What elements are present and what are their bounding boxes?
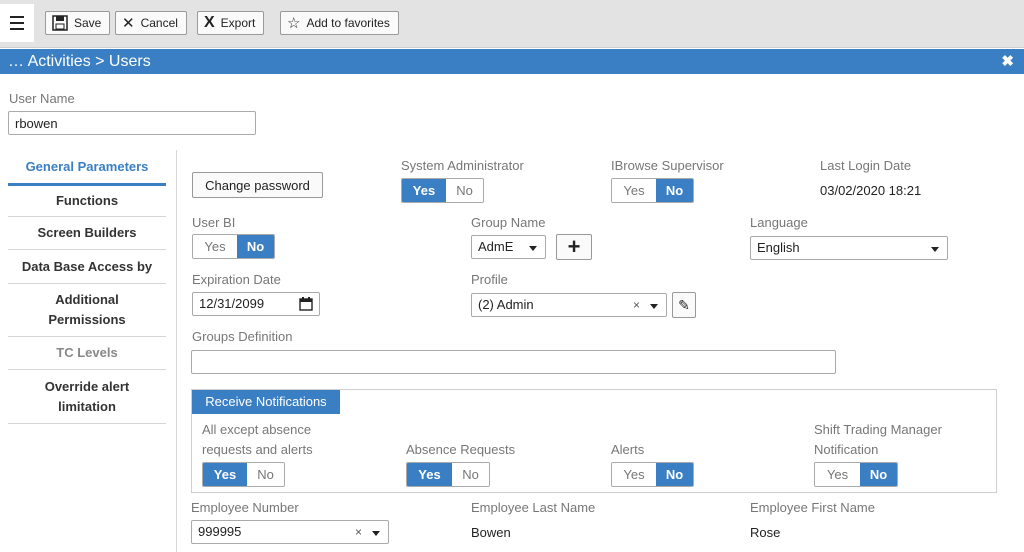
all-except-toggle[interactable]: Yes No bbox=[202, 462, 285, 487]
profile-label: Profile bbox=[471, 272, 508, 287]
system-administrator-yes[interactable]: Yes bbox=[402, 179, 446, 202]
change-password-button[interactable]: Change password bbox=[192, 172, 323, 198]
ibrowse-supervisor-toggle[interactable]: Yes No bbox=[611, 178, 694, 203]
employee-last-name-value: Bowen bbox=[471, 525, 511, 540]
cancel-button[interactable]: ✕ Cancel bbox=[115, 11, 187, 35]
group-name-select[interactable]: AdmE bbox=[471, 235, 546, 259]
employee-number-label: Employee Number bbox=[191, 500, 299, 515]
user-bi-label: User BI bbox=[192, 215, 236, 230]
shift-trading-toggle[interactable]: Yes No bbox=[814, 462, 898, 487]
hamburger-icon bbox=[10, 16, 24, 18]
sidebar-item-override-alert-limitation[interactable]: Override alert limitation bbox=[8, 370, 166, 424]
sidebar-divider bbox=[176, 150, 177, 552]
groups-definition-input[interactable] bbox=[191, 350, 836, 374]
alerts-no[interactable]: No bbox=[656, 463, 693, 486]
groups-definition-label: Groups Definition bbox=[192, 329, 293, 344]
system-administrator-label: System Administrator bbox=[401, 158, 524, 173]
system-administrator-toggle[interactable]: Yes No bbox=[401, 178, 484, 203]
ibrowse-supervisor-label: IBrowse Supervisor bbox=[611, 158, 724, 173]
sidebar-item-general-parameters[interactable]: General Parameters bbox=[8, 150, 166, 186]
add-group-button[interactable]: + bbox=[556, 234, 592, 260]
edit-profile-button[interactable]: ✎ bbox=[672, 292, 696, 318]
clear-icon[interactable]: × bbox=[355, 521, 362, 543]
profile-select[interactable]: (2) Admin × bbox=[471, 293, 667, 317]
absence-requests-no[interactable]: No bbox=[452, 463, 489, 486]
shift-trading-label-2: Notification bbox=[814, 442, 879, 457]
breadcrumb: … Activities > Users ✖ bbox=[0, 49, 1024, 74]
shift-trading-yes[interactable]: Yes bbox=[815, 463, 860, 486]
close-icon[interactable]: ✖ bbox=[1001, 49, 1014, 74]
save-button[interactable]: Save bbox=[45, 11, 111, 35]
sidebar-item-tc-levels[interactable]: TC Levels bbox=[8, 337, 166, 370]
group-name-label: Group Name bbox=[471, 215, 546, 230]
chevron-down-icon bbox=[372, 531, 380, 536]
expiration-date-label: Expiration Date bbox=[192, 272, 281, 287]
expiration-date-input[interactable]: 12/31/2099 bbox=[192, 292, 320, 316]
absence-requests-yes[interactable]: Yes bbox=[407, 463, 452, 486]
clear-icon[interactable]: × bbox=[633, 294, 640, 316]
absence-requests-toggle[interactable]: Yes No bbox=[406, 462, 490, 487]
ibrowse-supervisor-no[interactable]: No bbox=[656, 179, 693, 202]
pencil-icon: ✎ bbox=[678, 296, 690, 313]
alerts-yes[interactable]: Yes bbox=[612, 463, 656, 486]
toolbar: Save ✕ Cancel X Export ☆ Add to favorite… bbox=[0, 0, 1024, 48]
employee-last-name-label: Employee Last Name bbox=[471, 500, 596, 515]
chevron-down-icon bbox=[529, 246, 537, 251]
user-bi-yes[interactable]: Yes bbox=[193, 235, 237, 258]
last-login-value: 03/02/2020 18:21 bbox=[820, 183, 922, 198]
star-icon: ☆ bbox=[287, 15, 301, 32]
user-bi-toggle[interactable]: Yes No bbox=[192, 234, 275, 259]
employee-first-name-value: Rose bbox=[750, 525, 781, 540]
sidebar-item-database-access[interactable]: Data Base Access by bbox=[8, 250, 166, 284]
ibrowse-supervisor-yes[interactable]: Yes bbox=[612, 179, 656, 202]
close-icon: ✕ bbox=[122, 15, 135, 32]
menu-button[interactable] bbox=[0, 4, 34, 42]
floppy-disk-icon bbox=[52, 15, 68, 31]
receive-notifications-header: Receive Notifications bbox=[192, 390, 340, 414]
shift-trading-no[interactable]: No bbox=[860, 463, 897, 486]
user-name-input[interactable] bbox=[8, 111, 256, 135]
user-name-label: User Name bbox=[9, 91, 75, 106]
alerts-label: Alerts bbox=[611, 442, 645, 457]
sidebar-item-screen-builders[interactable]: Screen Builders bbox=[8, 217, 166, 250]
language-label: Language bbox=[750, 215, 808, 230]
absence-requests-label: Absence Requests bbox=[406, 442, 516, 457]
system-administrator-no[interactable]: No bbox=[446, 179, 483, 202]
sidebar-item-functions[interactable]: Functions bbox=[8, 186, 166, 217]
all-except-label-1: All except absence bbox=[202, 422, 312, 437]
alerts-toggle[interactable]: Yes No bbox=[611, 462, 694, 487]
all-except-yes[interactable]: Yes bbox=[203, 463, 247, 486]
employee-first-name-label: Employee First Name bbox=[750, 500, 875, 515]
chevron-down-icon bbox=[650, 304, 658, 309]
chevron-down-icon bbox=[931, 247, 939, 252]
user-bi-no[interactable]: No bbox=[237, 235, 274, 258]
employee-number-select[interactable]: 999995 × bbox=[191, 520, 389, 544]
all-except-no[interactable]: No bbox=[247, 463, 284, 486]
export-button[interactable]: X Export bbox=[197, 11, 265, 35]
excel-icon: X bbox=[204, 14, 215, 31]
last-login-label: Last Login Date bbox=[820, 158, 912, 173]
calendar-icon[interactable] bbox=[299, 297, 313, 311]
sidebar-item-additional-permissions[interactable]: Additional Permissions bbox=[8, 284, 166, 337]
add-to-favorites-button[interactable]: ☆ Add to favorites bbox=[280, 11, 399, 35]
language-select[interactable]: English bbox=[750, 236, 948, 260]
plus-icon: + bbox=[567, 234, 581, 259]
shift-trading-label-1: Shift Trading Manager bbox=[814, 422, 942, 437]
all-except-label-2: requests and alerts bbox=[202, 442, 313, 457]
